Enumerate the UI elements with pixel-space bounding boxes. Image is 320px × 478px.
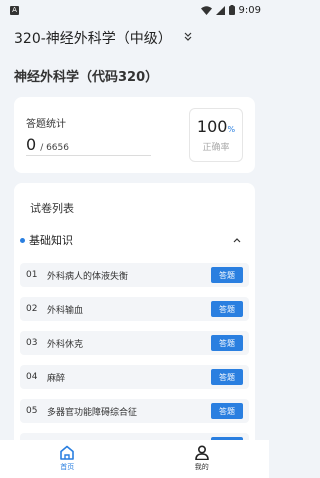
item-name: 外科病人的体液失衡 [47,271,129,282]
accuracy-value: 100 [196,117,228,136]
answer-button[interactable]: 答题 [211,369,243,385]
tab-home-label: 首页 [60,463,75,471]
battery-icon [228,5,235,15]
list-item[interactable]: 03 外科休克 答题 [20,331,249,355]
item-name: 多器官功能障碍综合征 [47,407,138,418]
accuracy-unit: % [227,125,236,134]
answer-button[interactable]: 答题 [211,301,243,317]
accuracy-box: 100% 正确率 [189,108,243,162]
item-number: 05 [26,406,38,416]
total-count: / 6656 [40,143,69,153]
list-item[interactable]: 04 麻醉 答题 [20,365,249,389]
answered-count: 0 [26,135,37,154]
stats-count-line: 0/ 6656 [26,135,69,154]
list-item[interactable]: 05 多器官功能障碍综合征 答题 [20,399,249,423]
section-header-basic[interactable]: 基础知识 [20,230,249,250]
home-icon [60,445,75,460]
double-chevron-down-icon [184,32,192,44]
item-number: 01 [26,270,38,280]
stats-label: 答题统计 [26,119,66,130]
stats-card: 答题统计 0/ 6656 100% 正确率 [14,97,255,173]
subject-selector[interactable]: 320-神经外科学（中级） [0,20,269,56]
paper-list-card: 试卷列表 基础知识 01 外科病人的体液失衡 答题 02 外科输血 答题 03 … [14,183,255,443]
stats-divider [26,155,151,156]
answer-button[interactable]: 答题 [211,403,243,419]
chevron-up-icon[interactable] [233,235,241,246]
status-icons: 9:09 [200,4,261,16]
item-number: 02 [26,304,38,314]
notification-icon: A [10,5,19,15]
item-number: 03 [26,338,38,348]
paper-list-title: 试卷列表 [30,202,74,215]
subject-title: 神经外科学（代码320） [14,70,159,85]
item-name: 外科输血 [47,305,84,316]
user-icon [194,445,209,460]
accuracy-value-line: 100% [190,117,242,136]
answer-button[interactable]: 答题 [211,267,243,283]
bottom-tab-bar: 首页 我的 [0,440,269,478]
status-bar: A 9:09 [0,0,269,20]
section-dot-icon [20,237,25,243]
tab-home[interactable]: 首页 [0,440,135,478]
accuracy-label: 正确率 [202,143,230,153]
header-title: 320-神经外科学（中级） [14,31,172,47]
answer-button[interactable]: 答题 [211,335,243,351]
item-name: 外科休克 [47,339,84,350]
status-time: 9:09 [238,4,261,16]
item-name: 麻醉 [47,373,66,384]
list-item[interactable]: 01 外科病人的体液失衡 答题 [20,263,249,287]
tab-mine[interactable]: 我的 [135,440,270,478]
list-item[interactable]: 02 外科输血 答题 [20,297,249,321]
wifi-icon [200,5,212,15]
tab-mine-label: 我的 [194,463,209,471]
signal-icon [215,5,225,15]
section-name: 基础知识 [29,234,73,247]
item-number: 04 [26,372,38,382]
